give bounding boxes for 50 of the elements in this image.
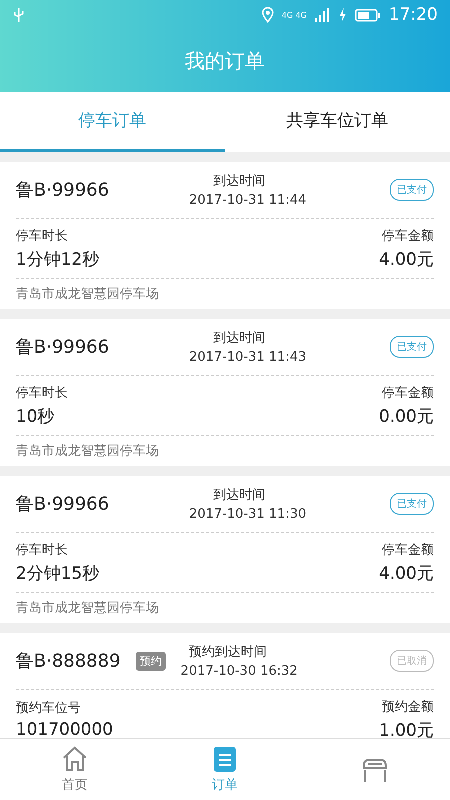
plate-number: 鲁B·99966 bbox=[16, 336, 110, 359]
field-value: 4.00元 bbox=[379, 562, 434, 584]
field-label: 停车时长 bbox=[16, 384, 68, 402]
field-label: 预约金额 bbox=[382, 698, 434, 716]
status-badge: 已支付 bbox=[390, 336, 434, 358]
time-label: 预约到达时间 bbox=[188, 644, 267, 661]
time-label: 到达时间 bbox=[212, 487, 266, 504]
clock: 17:20 bbox=[389, 5, 438, 25]
location-icon bbox=[262, 7, 274, 23]
field-value: 4.00元 bbox=[379, 248, 434, 270]
plate-number: 鲁B·888889 bbox=[16, 650, 121, 673]
field-label: 停车时长 bbox=[16, 228, 68, 244]
field-value: 0.00元 bbox=[379, 406, 434, 428]
plate-number: 鲁B·99966 bbox=[16, 179, 110, 202]
charging-icon bbox=[339, 8, 347, 22]
clipboard-icon bbox=[212, 745, 238, 773]
time-label: 到达时间 bbox=[212, 173, 266, 190]
signal-icon bbox=[315, 8, 331, 22]
battery-icon bbox=[355, 8, 381, 22]
field-label: 停车时长 bbox=[16, 542, 68, 558]
field-label: 停车金额 bbox=[382, 228, 434, 244]
network-type: 4G 4G bbox=[282, 10, 307, 20]
time-value: 2017-10-31 11:30 bbox=[189, 507, 306, 522]
order-card[interactable]: 鲁B·888889 预约 预约到达时间 2017-10-30 16:32 已取消 预约车位号 101700000 预约金额 1.00元 bbox=[0, 633, 450, 738]
time-value: 2017-10-31 11:44 bbox=[189, 193, 306, 208]
field-label: 停车金额 bbox=[382, 384, 434, 402]
home-icon bbox=[61, 745, 89, 773]
order-card[interactable]: 鲁B·99966 到达时间 2017-10-31 11:43 已支付 停车时长 10秒 停车金额 0.00元 青岛市成龙智慧园停车场 bbox=[0, 319, 450, 466]
time-label: 到达时间 bbox=[212, 330, 266, 347]
parking-lot-name: 青岛市成龙智慧园停车场 bbox=[16, 600, 159, 617]
field-label: 停车金额 bbox=[382, 542, 434, 558]
field-value: 2分钟15秒 bbox=[16, 562, 100, 584]
field-label: 预约车位号 bbox=[16, 700, 81, 717]
status-badge: 已支付 bbox=[390, 179, 434, 201]
order-card[interactable]: 鲁B·99966 到达时间 2017-10-31 11:30 已支付 停车时长 2分钟15秒 停车金额 4.00元 青岛市成龙智慧园停车场 bbox=[0, 476, 450, 623]
field-value: 10秒 bbox=[16, 406, 55, 428]
time-value: 2017-10-30 16:32 bbox=[180, 664, 298, 679]
field-value: 1分钟12秒 bbox=[16, 248, 100, 270]
reservation-tag: 预约 bbox=[136, 652, 166, 670]
plate-number: 鲁B·99966 bbox=[16, 493, 110, 516]
parking-lot-name: 青岛市成龙智慧园停车场 bbox=[16, 286, 159, 303]
status-badge: 已支付 bbox=[390, 493, 434, 515]
field-value: 1.00元 bbox=[379, 720, 434, 738]
page-title: 我的订单 bbox=[185, 48, 265, 74]
usb-icon bbox=[14, 7, 24, 23]
order-card[interactable]: 鲁B·99966 到达时间 2017-10-31 11:44 已支付 停车时长 1分钟12秒 停车金额 4.00元 青岛市成龙智慧园停车场 bbox=[0, 162, 450, 309]
field-value: 101700000 bbox=[16, 720, 114, 738]
parking-lot-name: 青岛市成龙智慧园停车场 bbox=[16, 443, 159, 460]
time-value: 2017-10-31 11:43 bbox=[189, 350, 306, 365]
status-badge: 已取消 bbox=[390, 650, 434, 672]
